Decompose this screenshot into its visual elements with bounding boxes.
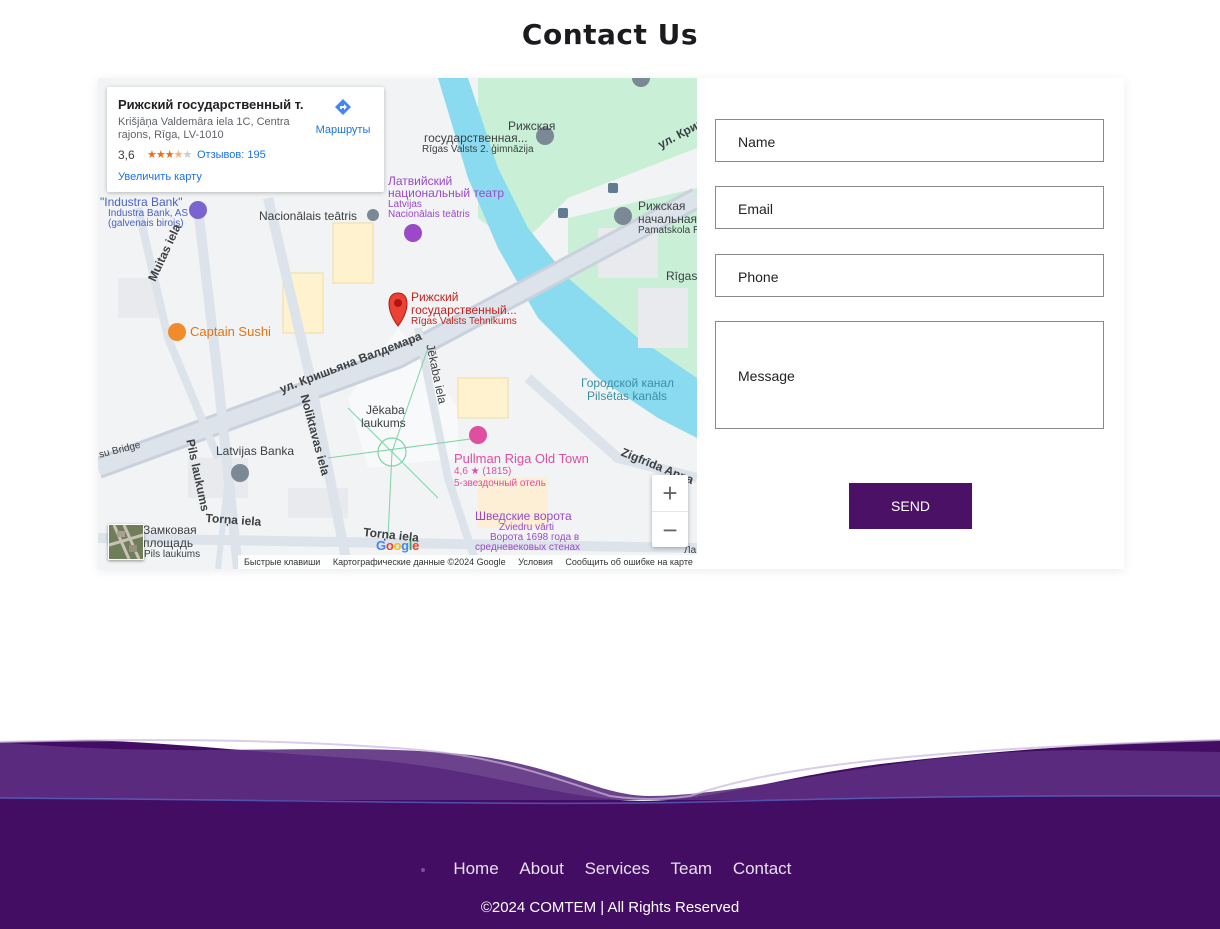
send-button[interactable]: SEND <box>849 483 972 529</box>
map-label: Rīgas Valsts 2. ģimnāzija <box>422 144 534 155</box>
footer-nav: Home About Services Team Contact <box>0 859 1220 879</box>
enlarge-map-link[interactable]: Увеличить карту <box>118 171 202 183</box>
contact-card: Рижская государственная... Rīgas Valsts … <box>98 78 1124 569</box>
map-data-attribution: Картографические данные ©2024 Google <box>332 557 506 567</box>
footer-wave-background <box>0 737 1220 929</box>
satellite-toggle-button[interactable] <box>108 524 144 560</box>
footer-link-about[interactable]: About <box>519 859 563 878</box>
phone-placeholder: Phone <box>738 269 779 285</box>
place-name: Рижский государственный т... <box>118 97 303 112</box>
google-logo: Google <box>376 538 420 553</box>
satellite-thumbnail-icon <box>109 525 143 559</box>
map-label: Nacionālais teātris <box>259 209 358 223</box>
footer-link-home[interactable]: Home <box>453 859 498 878</box>
rating-stars-icon: ★★★★★ <box>147 149 192 161</box>
name-placeholder: Name <box>738 134 776 150</box>
zoom-out-button[interactable]: − <box>652 511 688 548</box>
site-footer: Home About Services Team Contact ©2024 C… <box>0 700 1220 929</box>
map-label: Pamatskola R <box>638 225 697 236</box>
map-label: Pullman Riga Old Town <box>454 451 589 466</box>
map-label: Rīgas <box>666 269 697 283</box>
directions-label: Маршруты <box>315 124 371 136</box>
email-field[interactable]: Email <box>715 186 1104 229</box>
zoom-in-button[interactable]: + <box>652 475 688 511</box>
footer-link-contact[interactable]: Contact <box>733 859 792 878</box>
footer-link-services[interactable]: Services <box>585 859 650 878</box>
email-placeholder: Email <box>738 201 774 217</box>
map-label: Latvijas Banka <box>216 444 295 458</box>
map-label: 5-звездочный отель <box>454 478 546 489</box>
phone-field[interactable]: Phone <box>715 254 1104 297</box>
terms-link[interactable]: Условия <box>518 557 553 567</box>
copyright-text: ©2024 COMTEM | All Rights Reserved <box>480 899 740 916</box>
keyboard-shortcuts-link[interactable]: Быстрые клавиши <box>244 557 320 567</box>
message-textarea[interactable]: Message <box>715 321 1104 429</box>
report-error-link[interactable]: Сообщить об ошибке на карте <box>565 557 692 567</box>
map-label: Pilsētas kanāls <box>587 389 668 403</box>
contact-form: Name Email Phone Message SEND <box>715 78 1106 569</box>
map-label: Pils laukums <box>144 549 201 560</box>
zoom-controls: + − <box>652 475 688 547</box>
map-label: laukums <box>361 416 406 430</box>
nav-bullet-icon <box>420 867 425 872</box>
map-label: 4,6 ★ (1815) <box>454 466 512 477</box>
map-label: Captain Sushi <box>190 324 271 339</box>
map-footer-bar: Быстрые клавиши Картографические данные … <box>238 555 697 569</box>
directions-button[interactable]: Маршруты <box>313 97 373 136</box>
message-placeholder: Message <box>738 368 795 384</box>
footer-link-team[interactable]: Team <box>671 859 713 878</box>
name-field[interactable]: Name <box>715 119 1104 162</box>
embedded-map[interactable]: Рижская государственная... Rīgas Valsts … <box>98 78 697 569</box>
reviews-link[interactable]: Отзывов: 195 <box>197 149 266 161</box>
map-label: средневековых стенах <box>475 542 581 553</box>
place-rating: 3,6 <box>118 148 135 162</box>
page-title: Contact Us <box>521 18 699 51</box>
map-label: Rīgas Valsts Tehnikums <box>411 316 517 327</box>
directions-icon <box>335 99 351 115</box>
map-label: Nacionālais teātris <box>388 209 470 220</box>
place-info-card: Рижский государственный т... Krišjāņa Va… <box>107 87 384 192</box>
place-address: Krišjāņa Valdemāra iela 1C, Centra rajon… <box>118 116 290 141</box>
